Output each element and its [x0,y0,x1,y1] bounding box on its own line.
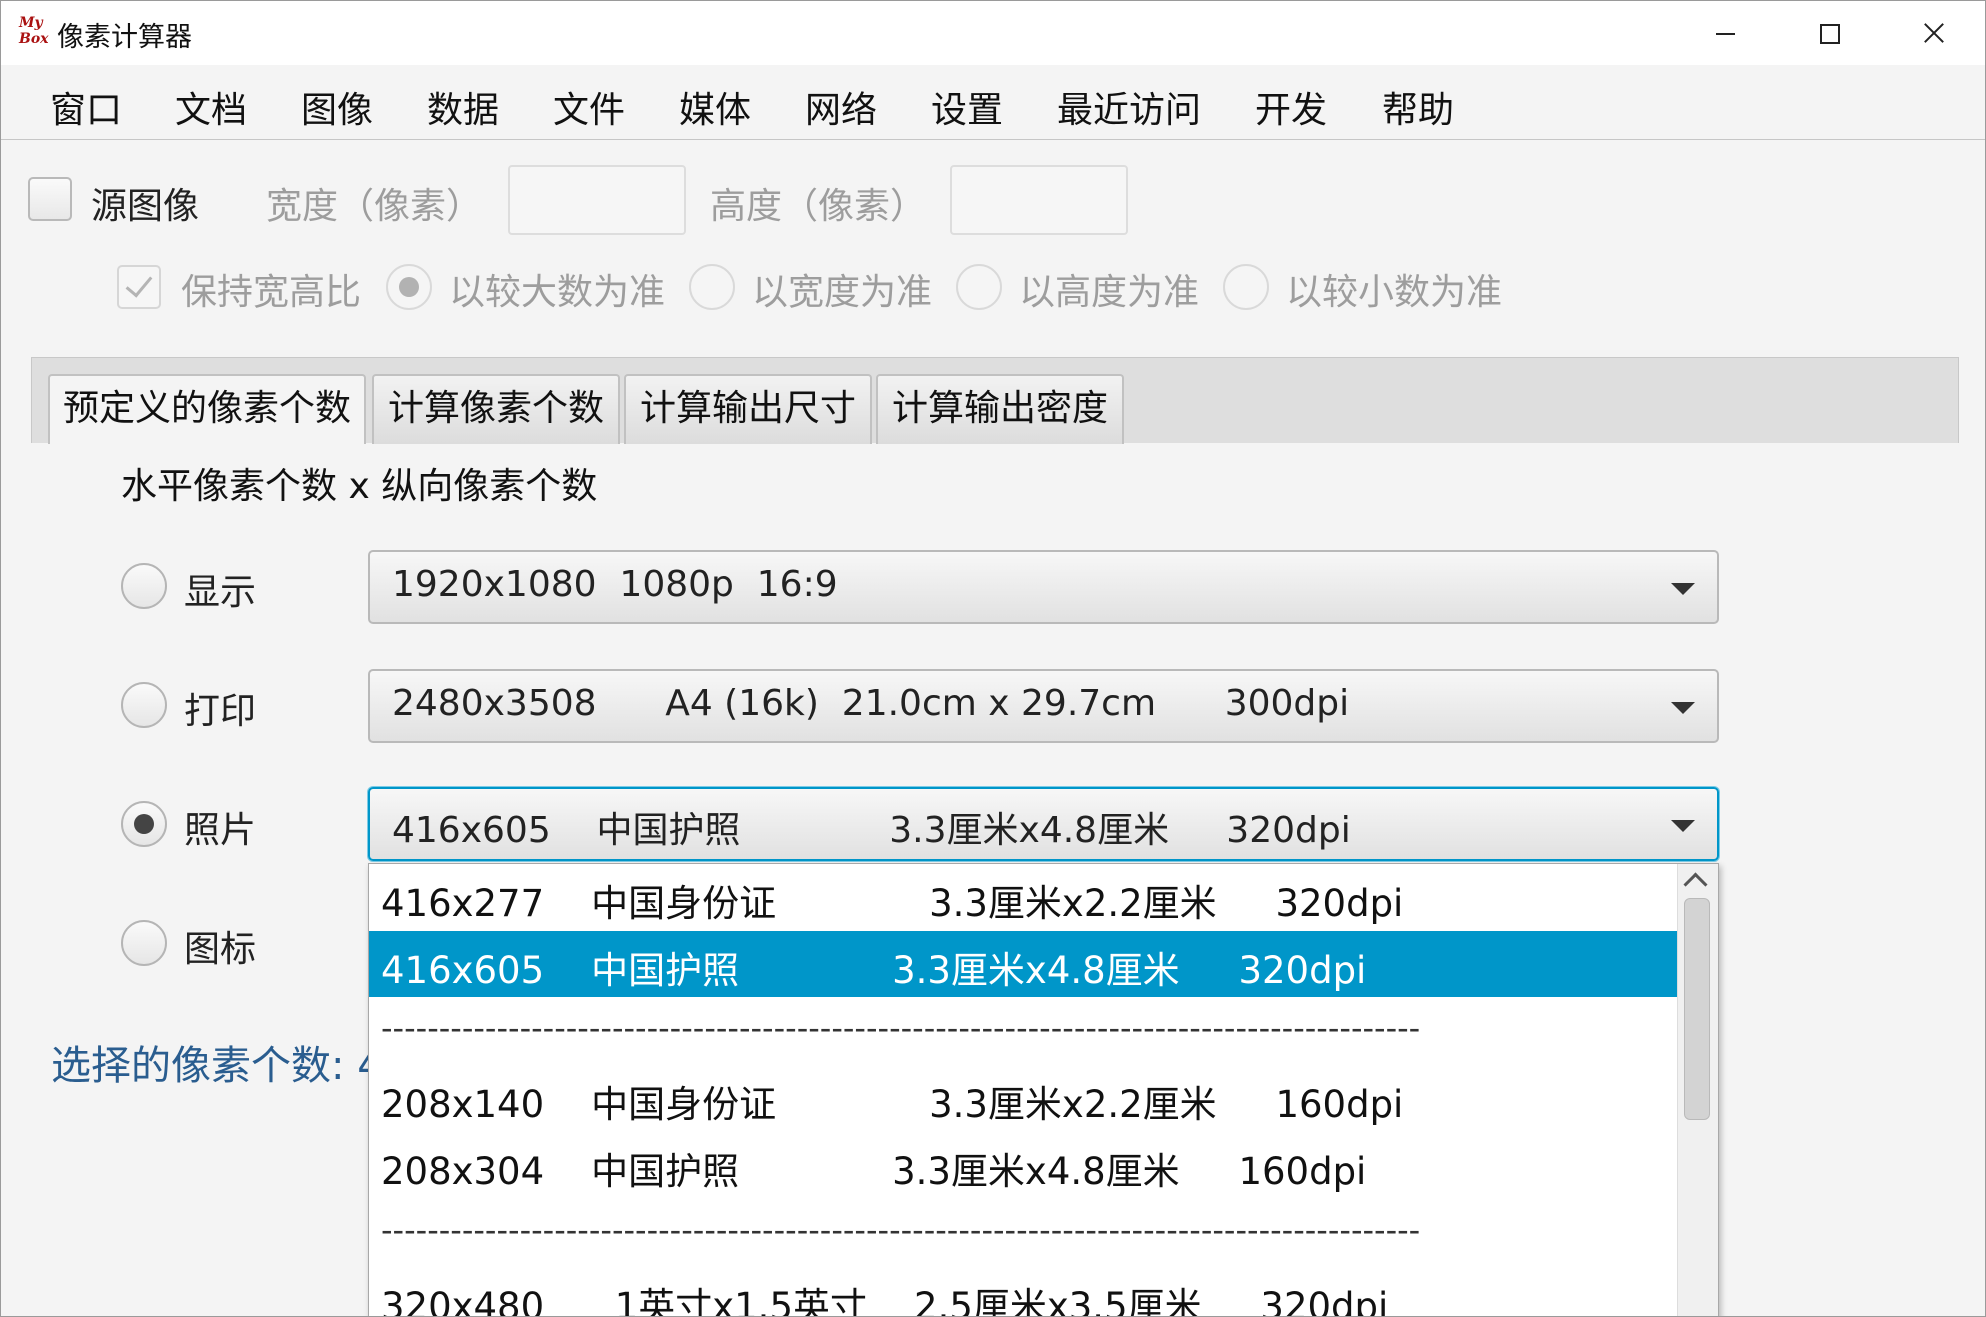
menu-network[interactable]: 网络 [805,81,877,133]
scrollbar-thumb[interactable] [1684,898,1710,1120]
radio-dot-icon [399,277,419,297]
menu-image[interactable]: 图像 [301,81,373,133]
menu-settings[interactable]: 设置 [931,81,1003,133]
dropdown-item-label: 416x605 中国护照 3.3厘米x4.8厘米 320dpi [381,949,1367,992]
menu-develop[interactable]: 开发 [1255,81,1327,133]
dropdown-item-label: 208x140 中国身份证 3.3厘米x2.2厘米 160dpi [381,1083,1404,1126]
display-label: 显示 [184,572,257,613]
dropdown-item[interactable]: 208x140 中国身份证 3.3厘米x2.2厘米 160dpi [369,1065,1677,1131]
keep-ratio-checkbox [117,265,161,309]
dropdown-item-label: 320x480 1英寸x1.5英寸 2.5厘米x3.5厘米 320dpi [381,1285,1389,1317]
menu-data[interactable]: 数据 [427,81,499,133]
selected-pixels-label: 选择的像素个数: 4 [51,1043,383,1089]
chevron-down-icon [1671,820,1695,832]
ratio-larger-label: 以较大数为准 [449,272,666,313]
icon-radio[interactable] [121,920,167,966]
photo-radio[interactable] [121,801,167,847]
ratio-height-label: 以高度为准 [1019,272,1200,313]
ratio-smaller-label: 以较小数为准 [1286,272,1503,313]
radio-dot-icon [134,814,154,834]
source-image-label: 源图像 [91,186,200,227]
ratio-width-radio [689,264,735,310]
height-input [950,165,1128,235]
dropdown-separator: ----------------------------------------… [381,1211,1421,1249]
width-input [508,165,686,235]
chevron-down-icon [1671,702,1695,714]
pixel-calculator-window: My Box 像素计算器 窗口 文档 图像 数据 文件 媒体 网络 设置 最近访… [0,0,1986,1317]
dropdown-item-label: 208x304 中国护照 3.3厘米x4.8厘米 160dpi [381,1150,1367,1193]
ratio-width-label: 以宽度为准 [752,272,933,313]
dropdown-item[interactable]: 208x304 中国护照 3.3厘米x4.8厘米 160dpi [369,1132,1677,1198]
print-radio[interactable] [121,682,167,728]
app-logo-icon: My Box [19,15,49,47]
dropdown-item-label: 416x277 中国身份证 3.3厘米x2.2厘米 320dpi [381,882,1404,925]
chevron-up-icon[interactable] [1683,872,1708,897]
height-label: 高度（像素） [710,186,927,227]
check-icon [125,269,153,298]
photo-label: 照片 [184,810,257,851]
print-select[interactable]: 2480x3508 A4 (16k) 21.0cm x 29.7cm 300dp… [368,669,1719,743]
ratio-smaller-radio [1223,264,1269,310]
window-title: 像素计算器 [57,22,192,53]
display-radio[interactable] [121,563,167,609]
chevron-down-icon [1671,583,1695,595]
display-select[interactable]: 1920x1080 1080p 16:9 [368,550,1719,624]
icon-label: 图标 [184,929,257,970]
tab-calc-output-size[interactable]: 计算输出尺寸 [624,374,872,444]
dropdown-item-selected[interactable]: 416x605 中国护照 3.3厘米x4.8厘米 320dpi [369,931,1677,997]
menu-window[interactable]: 窗口 [50,81,122,133]
tab-strip: 预定义的像素个数 计算像素个数 计算输出尺寸 计算输出密度 [31,357,1959,444]
photo-select[interactable]: 416x605 中国护照 3.3厘米x4.8厘米 320dpi [368,787,1719,861]
display-select-value: 1920x1080 1080p 16:9 [392,564,838,605]
menu-recent[interactable]: 最近访问 [1057,81,1201,133]
menu-file[interactable]: 文件 [553,81,625,133]
close-icon[interactable] [1881,1,1985,65]
minimize-icon[interactable] [1673,1,1777,65]
tab-calc-output-density[interactable]: 计算输出密度 [876,374,1124,444]
tab-calc-pixels[interactable]: 计算像素个数 [372,374,620,444]
print-label: 打印 [184,691,257,732]
menu-media[interactable]: 媒体 [679,81,751,133]
maximize-icon[interactable] [1777,1,1881,65]
photo-select-value: 416x605 中国护照 3.3厘米x4.8厘米 320dpi [392,810,1351,851]
dropdown-item[interactable]: 320x480 1英寸x1.5英寸 2.5厘米x3.5厘米 320dpi [369,1267,1677,1317]
photo-dropdown-list: 416x277 中国身份证 3.3厘米x2.2厘米 320dpi 416x605… [368,863,1719,1317]
keep-ratio-label: 保持宽高比 [181,272,362,313]
menu-document[interactable]: 文档 [175,81,247,133]
width-label: 宽度（像素） [266,186,483,227]
ratio-larger-radio [386,264,432,310]
dropdown-scrollbar[interactable] [1677,864,1718,1316]
title-bar: My Box 像素计算器 [1,1,1985,65]
dropdown-item[interactable]: 416x277 中国身份证 3.3厘米x2.2厘米 320dpi [369,864,1677,930]
section-title: 水平像素个数 x 纵向像素个数 [121,466,598,507]
source-image-checkbox[interactable] [28,177,72,221]
menu-bar: 窗口 文档 图像 数据 文件 媒体 网络 设置 最近访问 开发 帮助 [1,65,1985,140]
ratio-height-radio [956,264,1002,310]
menu-help[interactable]: 帮助 [1382,81,1454,133]
print-select-value: 2480x3508 A4 (16k) 21.0cm x 29.7cm 300dp… [392,683,1350,724]
dropdown-separator: ----------------------------------------… [381,1009,1421,1047]
tab-predefined-pixels[interactable]: 预定义的像素个数 [48,374,366,444]
